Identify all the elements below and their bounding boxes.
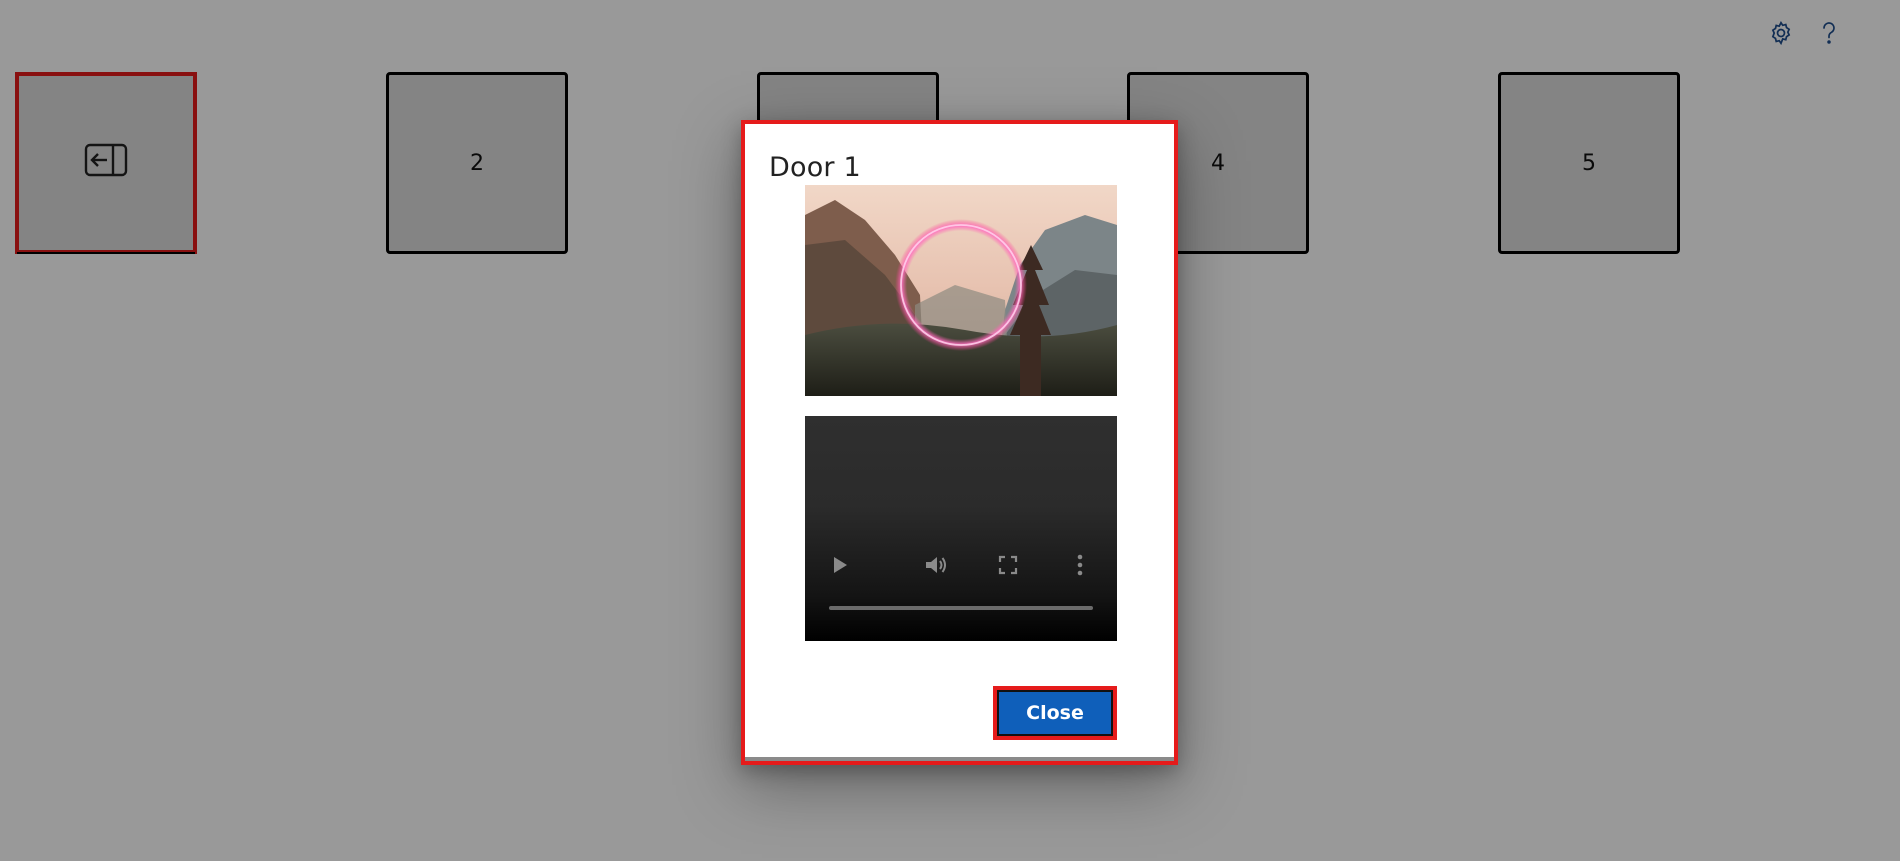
fullscreen-button[interactable] [995, 554, 1021, 580]
volume-icon [924, 554, 948, 581]
play-button[interactable] [827, 554, 853, 580]
landscape-image [805, 185, 1117, 396]
door-dialog: Door 1 Close [741, 120, 1178, 765]
fullscreen-icon [998, 555, 1018, 580]
close-button[interactable]: Close [993, 686, 1117, 740]
dialog-title: Door 1 [769, 152, 861, 183]
video-progress-bar[interactable] [829, 606, 1093, 610]
more-options-icon [1077, 554, 1083, 581]
video-player[interactable] [805, 416, 1117, 641]
play-icon [832, 556, 848, 579]
volume-button[interactable] [923, 554, 949, 580]
more-options-button[interactable] [1067, 554, 1093, 580]
close-button-label: Close [997, 690, 1113, 736]
